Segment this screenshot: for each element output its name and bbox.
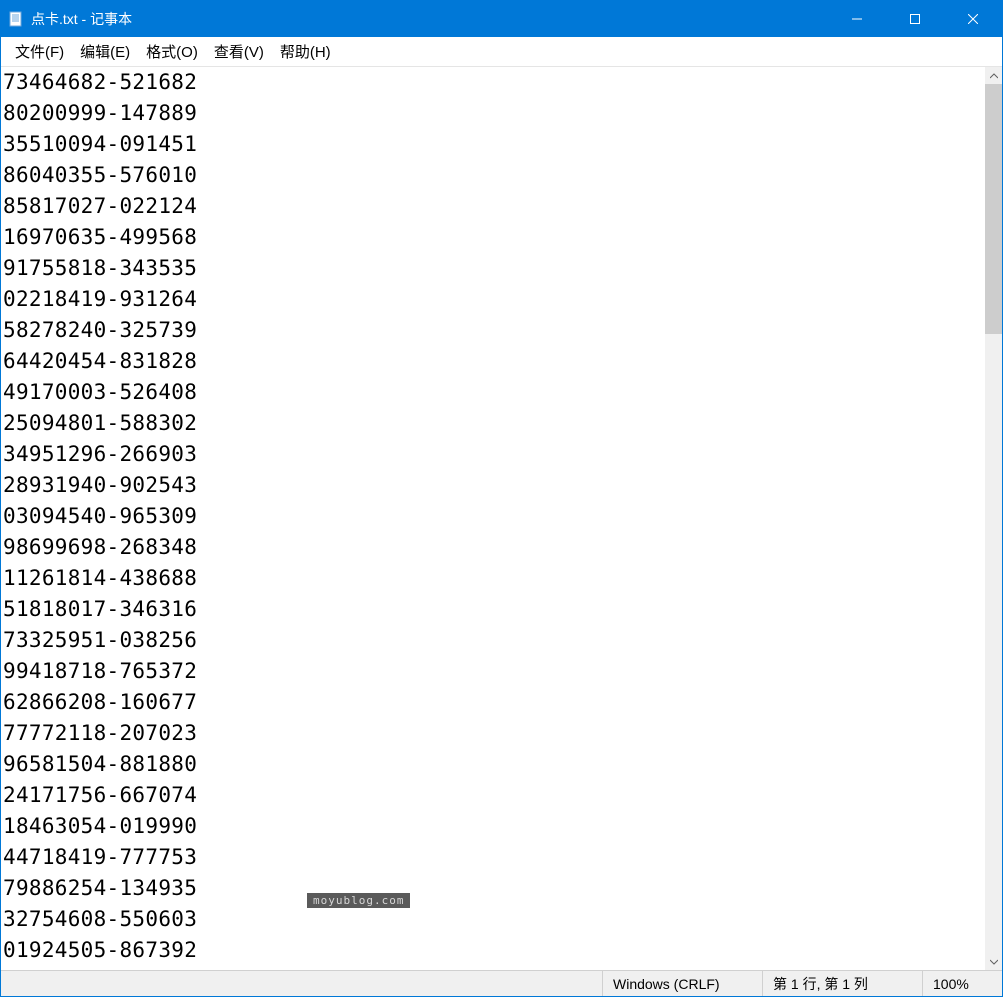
vertical-scrollbar[interactable] (985, 67, 1002, 970)
status-bar: Windows (CRLF) 第 1 行, 第 1 列 100% (1, 970, 1002, 996)
scroll-up-button[interactable] (985, 67, 1002, 84)
minimize-icon (852, 14, 862, 24)
menu-format[interactable]: 格式(O) (138, 39, 206, 64)
close-button[interactable] (944, 1, 1002, 37)
text-content[interactable]: 73464682-521682 80200999-147889 35510094… (1, 67, 985, 970)
menu-help[interactable]: 帮助(H) (272, 39, 339, 64)
menu-bar: 文件(F) 编辑(E) 格式(O) 查看(V) 帮助(H) (1, 37, 1002, 67)
status-encoding: Windows (CRLF) (602, 971, 762, 996)
status-position: 第 1 行, 第 1 列 (762, 971, 922, 996)
maximize-icon (910, 14, 920, 24)
scroll-thumb[interactable] (985, 84, 1002, 334)
scroll-down-button[interactable] (985, 953, 1002, 970)
maximize-button[interactable] (886, 1, 944, 37)
status-zoom: 100% (922, 971, 1002, 996)
watermark-text: moyublog.com (307, 893, 410, 908)
menu-view[interactable]: 查看(V) (206, 39, 272, 64)
chevron-down-icon (990, 959, 998, 965)
close-icon (968, 14, 978, 24)
title-bar[interactable]: 点卡.txt - 记事本 (1, 1, 1002, 37)
notepad-window: 点卡.txt - 记事本 文件(F) 编辑(E) 格式(O) 查看(V) 帮助(… (0, 0, 1003, 997)
chevron-up-icon (990, 73, 998, 79)
app-icon (1, 11, 31, 27)
window-title: 点卡.txt - 记事本 (31, 9, 132, 29)
editor-area: 73464682-521682 80200999-147889 35510094… (1, 67, 1002, 970)
menu-edit[interactable]: 编辑(E) (72, 39, 138, 64)
minimize-button[interactable] (828, 1, 886, 37)
menu-file[interactable]: 文件(F) (7, 39, 72, 64)
